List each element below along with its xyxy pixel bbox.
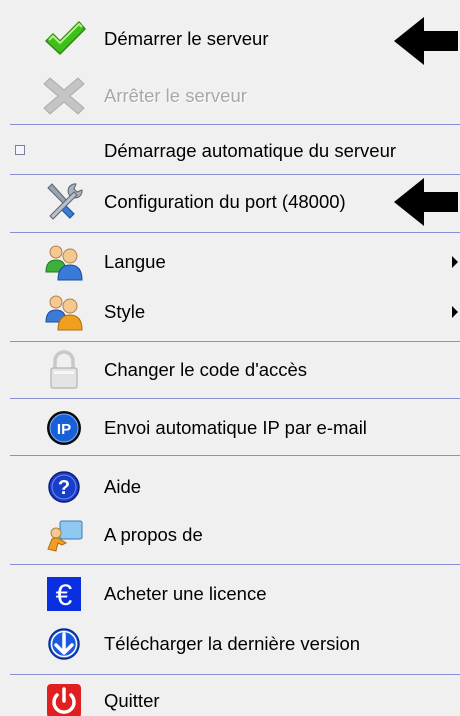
- menu-separator: [10, 341, 460, 342]
- menu-separator: [10, 455, 460, 456]
- tools-icon: [42, 180, 86, 224]
- grey-cross-icon: [42, 74, 86, 118]
- menu-item-label: Démarrage automatique du serveur: [104, 140, 397, 161]
- menu-item-autostart-server[interactable]: Démarrage automatique du serveur: [0, 126, 460, 176]
- users-language-icon: [42, 240, 86, 284]
- menu-item-label: Arrêter le serveur: [104, 85, 247, 106]
- menu-separator: [10, 174, 460, 175]
- menu-item-label: Télécharger la dernière version: [104, 633, 361, 654]
- menu-item-label: Style: [104, 301, 146, 322]
- autostart-checkbox[interactable]: [15, 145, 25, 155]
- padlock-icon: [42, 348, 86, 392]
- menu-separator: [10, 564, 460, 565]
- context-menu: Démarrer le serveur Arrêter le serveur D…: [0, 0, 460, 716]
- menu-item-about[interactable]: A propos de: [0, 510, 460, 560]
- help-icon: ?: [42, 465, 86, 509]
- power-icon: [42, 679, 86, 716]
- euro-icon-text: €: [56, 579, 73, 612]
- menu-item-label: Quitter: [104, 690, 160, 711]
- annotation-arrow-icon: [392, 176, 460, 228]
- menu-item-label: A propos de: [104, 524, 203, 545]
- menu-item-email-ip[interactable]: IP Envoi automatique IP par e-mail: [0, 403, 460, 453]
- menu-item-label: Démarrer le serveur: [104, 28, 269, 49]
- annotation-arrow-icon: [392, 15, 460, 67]
- menu-item-label: Envoi automatique IP par e-mail: [104, 417, 367, 438]
- ip-icon: IP: [42, 406, 86, 450]
- menu-item-start-server[interactable]: Démarrer le serveur: [0, 14, 460, 64]
- menu-item-label: Aide: [104, 476, 142, 497]
- menu-item-label: Changer le code d'accès: [104, 359, 308, 380]
- submenu-arrow-icon: [452, 306, 458, 318]
- menu-separator: [10, 232, 460, 233]
- menu-item-buy-license[interactable]: € Acheter une licence: [0, 569, 460, 619]
- menu-item-stop-server: Arrêter le serveur: [0, 71, 460, 121]
- menu-separator: [10, 398, 460, 399]
- menu-item-change-access-code[interactable]: Changer le code d'accès: [0, 345, 460, 395]
- help-icon-text: ?: [58, 477, 70, 499]
- menu-item-label: Configuration du port (48000): [104, 191, 346, 212]
- download-icon: [42, 622, 86, 666]
- menu-item-port-config[interactable]: Configuration du port (48000): [0, 177, 460, 227]
- menu-item-label: Acheter une licence: [104, 583, 267, 604]
- menu-separator: [10, 124, 460, 125]
- euro-icon: €: [42, 572, 86, 616]
- submenu-arrow-icon: [452, 256, 458, 268]
- menu-item-quit[interactable]: Quitter: [0, 676, 460, 716]
- green-checkmark-icon: [42, 17, 86, 61]
- menu-item-language[interactable]: Langue: [0, 237, 460, 287]
- about-icon: [42, 513, 86, 557]
- menu-separator: [10, 674, 460, 675]
- menu-item-style[interactable]: Style: [0, 287, 460, 337]
- menu-item-label: Langue: [104, 251, 166, 272]
- menu-item-download-latest[interactable]: Télécharger la dernière version: [0, 619, 460, 669]
- menu-item-help[interactable]: ? Aide: [0, 462, 460, 512]
- users-style-icon: [42, 290, 86, 334]
- ip-icon-text: IP: [57, 421, 71, 438]
